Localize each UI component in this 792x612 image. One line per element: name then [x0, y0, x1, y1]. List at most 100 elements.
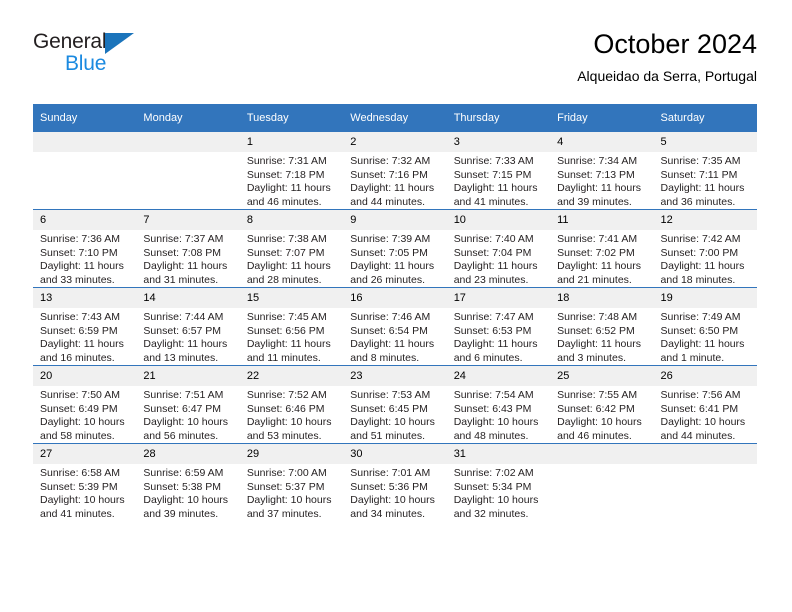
- day-sun-info: Sunrise: 7:34 AM Sunset: 7:13 PM Daylight:…: [550, 152, 653, 209]
- sunrise-text: Sunrise: 7:39 AM: [350, 233, 431, 245]
- calendar-day-cell[interactable]: 31 Sunrise: 7:02 AM Sunset: 5:34 PM Dayligh…: [446, 443, 551, 521]
- day-number: 1: [239, 132, 344, 152]
- sunrise-text: Sunrise: 7:00 AM: [246, 467, 327, 479]
- daylight-text: Daylight: 11 hours and 44 minutes.: [350, 182, 435, 208]
- sunrise-text: Sunrise: 7:38 AM: [246, 233, 327, 245]
- calendar-day-cell[interactable]: 8 Sunrise: 7:38 AM Sunset: 7:07 PM Daylight…: [239, 209, 344, 288]
- day-number: [33, 132, 137, 152]
- day-number: [550, 444, 654, 464]
- sunrise-text: Sunrise: 7:31 AM: [246, 155, 327, 167]
- calendar-day-cell[interactable]: 24 Sunrise: 7:54 AM Sunset: 6:43 PM Dayligh…: [446, 365, 551, 444]
- sunset-text: Sunset: 7:18 PM: [246, 168, 325, 181]
- sunset-text: Sunset: 5:39 PM: [40, 480, 118, 493]
- daylight-text: Daylight: 11 hours and 28 minutes.: [246, 260, 331, 286]
- calendar-day-cell[interactable]: 16 Sunrise: 7:46 AM Sunset: 6:54 PM Dayligh…: [343, 287, 447, 366]
- day-sun-info: Sunrise: 7:32 AM Sunset: 7:16 PM Daylight:…: [343, 152, 446, 209]
- calendar-day-cell[interactable]: 1 Sunrise: 7:31 AM Sunset: 7:18 PM Daylight…: [239, 132, 344, 210]
- day-sun-info: Sunrise: 7:49 AM Sunset: 6:50 PM Daylight:…: [654, 308, 757, 365]
- sunrise-text: Sunrise: 7:34 AM: [557, 155, 638, 167]
- daylight-text: Daylight: 10 hours and 34 minutes.: [350, 494, 435, 520]
- sunrise-text: Sunrise: 7:01 AM: [350, 467, 431, 479]
- daylight-text: Daylight: 11 hours and 39 minutes.: [557, 182, 641, 208]
- calendar-day-cell[interactable]: 10 Sunrise: 7:40 AM Sunset: 7:04 PM Dayligh…: [446, 209, 551, 288]
- day-sun-info: Sunrise: 7:40 AM Sunset: 7:04 PM Daylight:…: [447, 230, 550, 287]
- sunset-text: Sunset: 7:05 PM: [350, 246, 428, 259]
- day-sun-info: Sunrise: 7:02 AM Sunset: 5:34 PM Daylight:…: [447, 464, 550, 521]
- calendar-day-cell[interactable]: 19 Sunrise: 7:49 AM Sunset: 6:50 PM Dayligh…: [653, 287, 757, 366]
- day-number: 24: [446, 366, 551, 386]
- sunset-text: Sunset: 6:49 PM: [40, 402, 118, 415]
- calendar-day-cell[interactable]: 18 Sunrise: 7:48 AM Sunset: 6:52 PM Dayligh…: [550, 287, 654, 366]
- day-sun-info: Sunrise: 7:31 AM Sunset: 7:18 PM Daylight:…: [240, 152, 343, 209]
- sunrise-text: Sunrise: 6:59 AM: [143, 467, 224, 479]
- sunrise-text: Sunrise: 7:45 AM: [246, 311, 327, 323]
- sunrise-text: Sunrise: 7:37 AM: [143, 233, 224, 245]
- daylight-text: Daylight: 10 hours and 46 minutes.: [557, 416, 642, 442]
- day-number: 21: [136, 366, 240, 386]
- weekday-header-wednesday: Wednesday: [343, 104, 447, 132]
- calendar-day-cell[interactable]: 27 Sunrise: 6:58 AM Sunset: 5:39 PM Dayligh…: [33, 443, 137, 521]
- sunset-text: Sunset: 6:56 PM: [246, 324, 325, 337]
- daylight-text: Daylight: 10 hours and 32 minutes.: [453, 494, 539, 520]
- calendar-day-cell[interactable]: 5 Sunrise: 7:35 AM Sunset: 7:11 PM Daylight…: [653, 132, 757, 210]
- calendar-day-cell[interactable]: 11 Sunrise: 7:41 AM Sunset: 7:02 PM Dayligh…: [550, 209, 654, 288]
- sunrise-text: Sunrise: 7:36 AM: [40, 233, 120, 245]
- daylight-text: Daylight: 11 hours and 11 minutes.: [246, 338, 331, 364]
- day-number: 11: [550, 210, 654, 230]
- day-number: 10: [446, 210, 551, 230]
- calendar-grid: Sunday Monday Tuesday Wednesday Thursday…: [33, 104, 757, 521]
- calendar-day-cell[interactable]: 30 Sunrise: 7:01 AM Sunset: 5:36 PM Dayligh…: [343, 443, 447, 521]
- calendar-day-cell[interactable]: 4 Sunrise: 7:34 AM Sunset: 7:13 PM Daylight…: [550, 132, 654, 210]
- calendar-day-cell[interactable]: 26 Sunrise: 7:56 AM Sunset: 6:41 PM Dayligh…: [653, 365, 757, 444]
- sunset-text: Sunset: 6:52 PM: [557, 324, 635, 337]
- sunset-text: Sunset: 5:36 PM: [350, 480, 428, 493]
- sunset-text: Sunset: 7:02 PM: [557, 246, 635, 259]
- daylight-text: Daylight: 11 hours and 31 minutes.: [143, 260, 228, 286]
- calendar-day-cell[interactable]: 29 Sunrise: 7:00 AM Sunset: 5:37 PM Dayligh…: [239, 443, 344, 521]
- sunset-text: Sunset: 7:08 PM: [143, 246, 222, 259]
- calendar-day-cell[interactable]: 12 Sunrise: 7:42 AM Sunset: 7:00 PM Dayligh…: [653, 209, 757, 288]
- day-number: 19: [653, 288, 757, 308]
- day-number: 16: [343, 288, 447, 308]
- sunrise-text: Sunrise: 7:49 AM: [660, 311, 741, 323]
- calendar-day-cell[interactable]: 15 Sunrise: 7:45 AM Sunset: 6:56 PM Dayligh…: [239, 287, 344, 366]
- sunrise-text: Sunrise: 7:43 AM: [40, 311, 120, 323]
- day-number: 31: [446, 444, 551, 464]
- day-sun-info: Sunrise: 7:36 AM Sunset: 7:10 PM Daylight:…: [33, 230, 136, 287]
- day-number: 25: [550, 366, 654, 386]
- calendar-day-cell[interactable]: 20 Sunrise: 7:50 AM Sunset: 6:49 PM Dayligh…: [33, 365, 137, 444]
- sunrise-text: Sunrise: 7:55 AM: [557, 389, 638, 401]
- daylight-text: Daylight: 11 hours and 8 minutes.: [350, 338, 435, 364]
- general-blue-logo: General Blue: [33, 30, 213, 86]
- sunrise-text: Sunrise: 7:54 AM: [453, 389, 534, 401]
- sunset-text: Sunset: 7:04 PM: [453, 246, 532, 259]
- calendar-day-cell[interactable]: 14 Sunrise: 7:44 AM Sunset: 6:57 PM Dayligh…: [136, 287, 240, 366]
- sunset-text: Sunset: 7:13 PM: [557, 168, 635, 181]
- logo-triangle-icon: [105, 33, 134, 54]
- calendar-day-cell[interactable]: 28 Sunrise: 6:59 AM Sunset: 5:38 PM Dayligh…: [136, 443, 240, 521]
- sunrise-text: Sunrise: 7:52 AM: [246, 389, 327, 401]
- day-number: 2: [343, 132, 447, 152]
- calendar-day-cell[interactable]: 9 Sunrise: 7:39 AM Sunset: 7:05 PM Daylight…: [343, 209, 447, 288]
- daylight-text: Daylight: 11 hours and 1 minute.: [660, 338, 745, 364]
- calendar-cell-empty: [136, 132, 240, 210]
- calendar-day-cell[interactable]: 22 Sunrise: 7:52 AM Sunset: 6:46 PM Dayligh…: [239, 365, 344, 444]
- calendar-day-cell[interactable]: 21 Sunrise: 7:51 AM Sunset: 6:47 PM Dayligh…: [136, 365, 240, 444]
- calendar-day-cell[interactable]: 23 Sunrise: 7:53 AM Sunset: 6:45 PM Dayligh…: [343, 365, 447, 444]
- calendar-day-cell[interactable]: 6 Sunrise: 7:36 AM Sunset: 7:10 PM Daylight…: [33, 209, 137, 288]
- day-sun-info: Sunrise: 7:43 AM Sunset: 6:59 PM Daylight:…: [33, 308, 136, 365]
- daylight-text: Daylight: 11 hours and 3 minutes.: [557, 338, 641, 364]
- calendar-day-cell[interactable]: 25 Sunrise: 7:55 AM Sunset: 6:42 PM Dayligh…: [550, 365, 654, 444]
- sunset-text: Sunset: 7:16 PM: [350, 168, 428, 181]
- sunset-text: Sunset: 7:10 PM: [40, 246, 118, 259]
- daylight-text: Daylight: 11 hours and 41 minutes.: [453, 182, 538, 208]
- calendar-day-cell[interactable]: 3 Sunrise: 7:33 AM Sunset: 7:15 PM Daylight…: [446, 132, 551, 210]
- logo-text-general: General: [33, 30, 107, 53]
- daylight-text: Daylight: 10 hours and 56 minutes.: [143, 416, 229, 442]
- calendar-day-cell[interactable]: 7 Sunrise: 7:37 AM Sunset: 7:08 PM Daylight…: [136, 209, 240, 288]
- calendar-day-cell[interactable]: 2 Sunrise: 7:32 AM Sunset: 7:16 PM Daylight…: [343, 132, 447, 210]
- calendar-day-cell[interactable]: 17 Sunrise: 7:47 AM Sunset: 6:53 PM Dayligh…: [446, 287, 551, 366]
- day-number: 7: [136, 210, 240, 230]
- calendar-day-cell[interactable]: 13 Sunrise: 7:43 AM Sunset: 6:59 PM Dayligh…: [33, 287, 137, 366]
- sunset-text: Sunset: 5:34 PM: [453, 480, 532, 493]
